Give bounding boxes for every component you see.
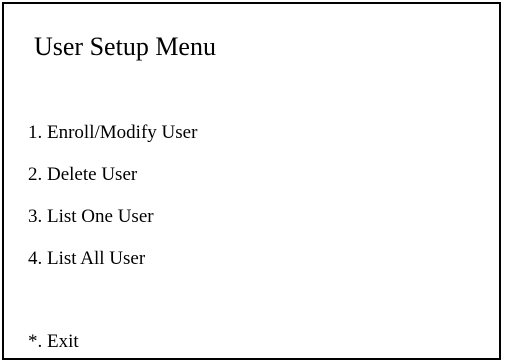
menu-option-enroll-modify-user[interactable]: 1. Enroll/Modify User bbox=[28, 122, 197, 144]
menu-title: User Setup Menu bbox=[34, 32, 216, 61]
menu-option-list-one-user[interactable]: 3. List One User bbox=[28, 206, 154, 228]
user-setup-menu-panel: User Setup Menu 1. Enroll/Modify User 2.… bbox=[2, 2, 501, 360]
menu-option-exit[interactable]: *. Exit bbox=[28, 331, 79, 353]
menu-option-list-all-user[interactable]: 4. List All User bbox=[28, 248, 145, 270]
menu-option-delete-user[interactable]: 2. Delete User bbox=[28, 164, 137, 186]
